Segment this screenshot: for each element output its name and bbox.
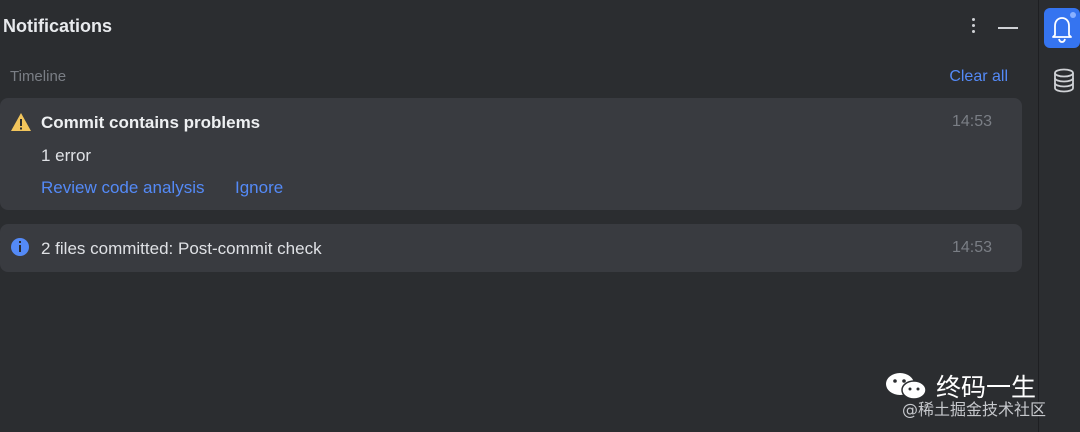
watermark-sub: @稀土掘金技术社区 (902, 400, 1047, 419)
timeline-label: Timeline (10, 68, 67, 85)
database-icon[interactable] (1052, 68, 1076, 94)
panel-header: Notifications (0, 0, 1038, 56)
review-code-analysis-link[interactable]: Review code analysis (41, 178, 204, 198)
ignore-link[interactable]: Ignore (235, 178, 283, 198)
notifications-panel: Notifications Timeline Clear all Commit … (0, 0, 1038, 432)
unread-indicator (1070, 12, 1076, 18)
warning-icon (11, 113, 31, 131)
clear-all-link[interactable]: Clear all (949, 68, 1008, 86)
notification-body: 1 error (41, 146, 92, 165)
panel-title: Notifications (3, 16, 113, 36)
notifications-bell-button[interactable] (1044, 8, 1080, 48)
watermark: 终码一生 @稀土掘金技术社区 (884, 366, 1074, 426)
info-icon (11, 238, 29, 256)
notification-time: 14:53 (952, 113, 993, 130)
notification-title: 2 files committed: Post-commit check (41, 239, 322, 258)
minimize-icon[interactable] (998, 27, 1018, 29)
more-options-icon[interactable] (964, 16, 982, 38)
notification-title: Commit contains problems (41, 113, 261, 132)
notification-time: 14:53 (952, 239, 993, 256)
